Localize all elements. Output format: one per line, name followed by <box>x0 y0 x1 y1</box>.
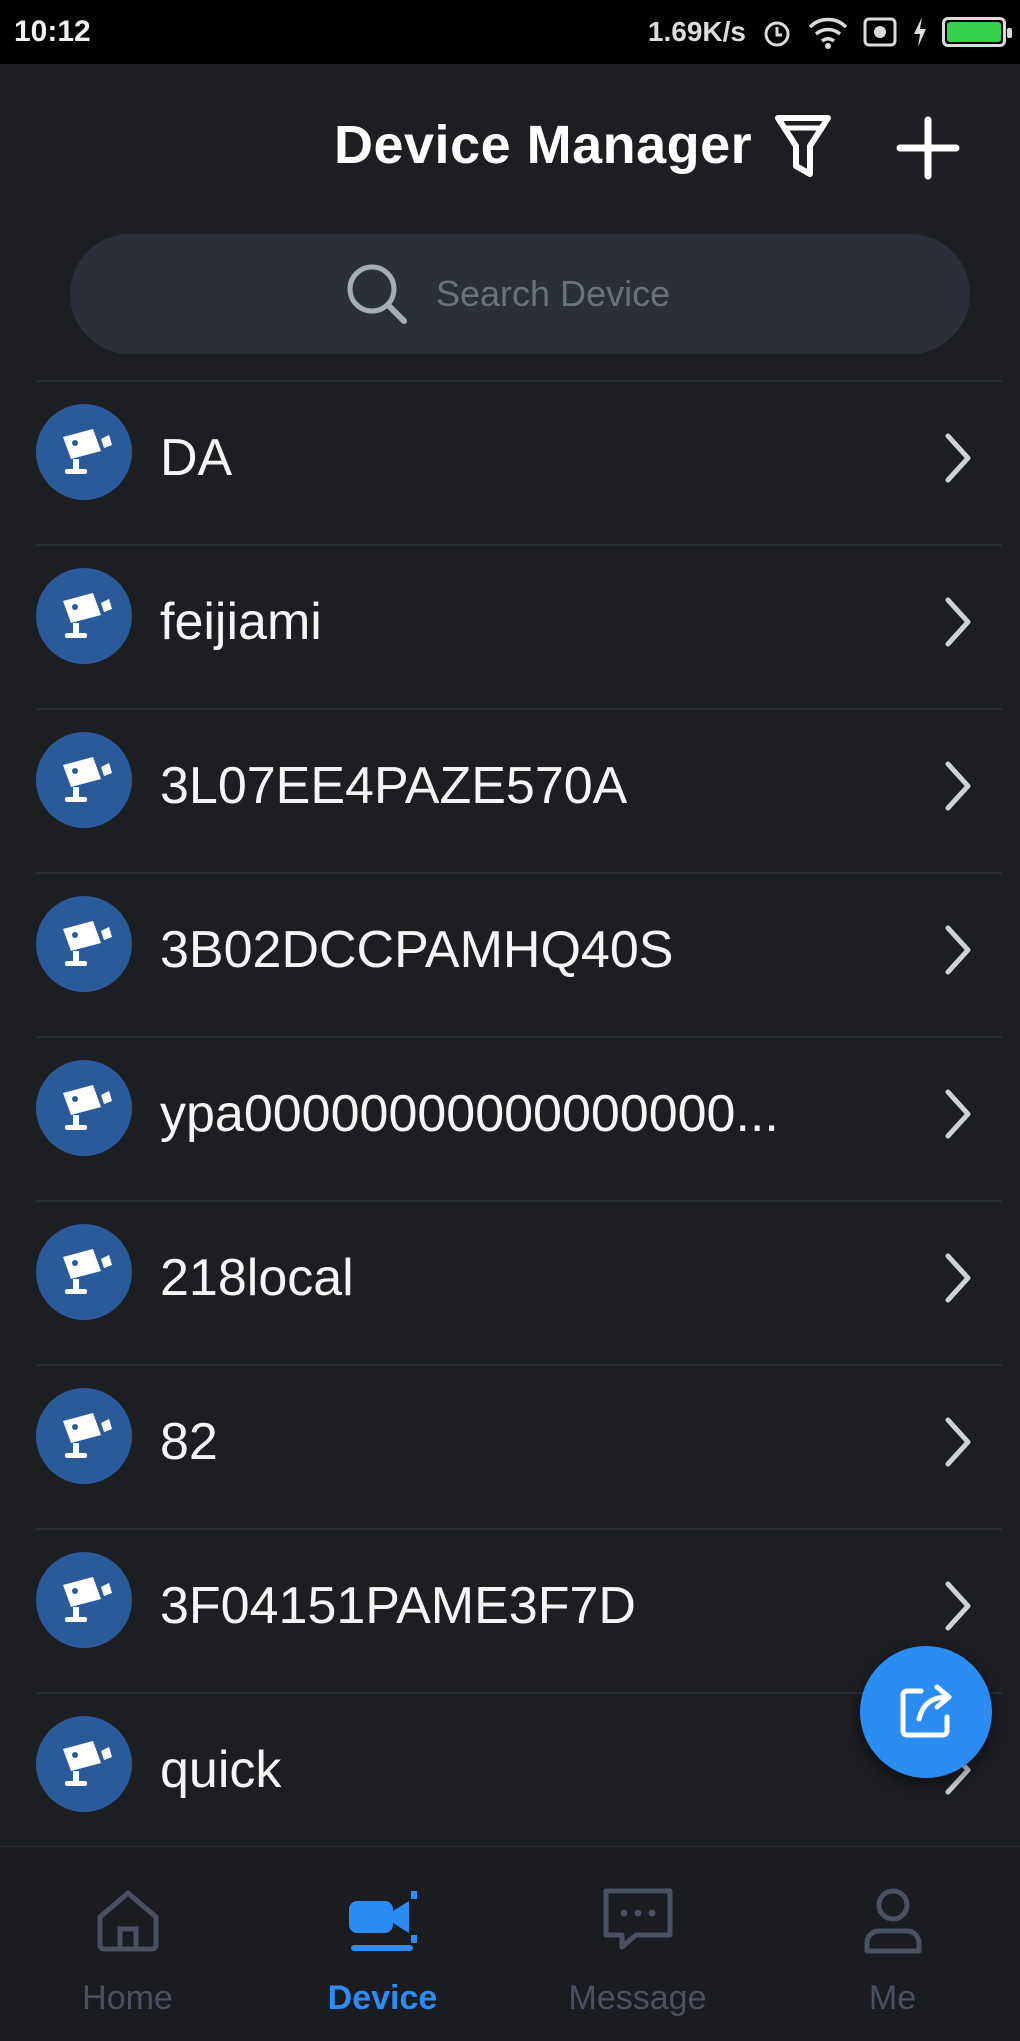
device-row[interactable]: ypa00000000000000000... <box>36 1036 1002 1200</box>
device-name: 82 <box>160 1413 218 1471</box>
status-time: 10:12 <box>14 15 91 48</box>
device-row[interactable]: 3B02DCCPAMHQ40S <box>36 872 1002 1036</box>
tab-label-message: Message <box>568 1979 707 2017</box>
device-avatar <box>36 1060 132 1156</box>
device-row[interactable]: feijiami <box>36 544 1002 708</box>
header: Device Manager <box>0 64 1020 224</box>
camera-icon <box>63 429 112 474</box>
search-icon <box>347 264 407 324</box>
camera-icon <box>63 593 112 638</box>
device-avatar <box>36 1388 132 1484</box>
device-row[interactable]: 3L07EE4PAZE570A <box>36 708 1002 872</box>
add-device-button[interactable] <box>888 102 968 192</box>
status-bar: 10:12 1.69K/s <box>0 0 1020 64</box>
page-title: Device Manager <box>334 115 753 175</box>
camera-icon <box>63 921 112 966</box>
chevron-right-icon <box>945 1089 971 1139</box>
charging-icon <box>914 17 926 47</box>
wifi-icon <box>808 17 848 49</box>
filter-icon <box>775 115 831 177</box>
device-list: DA feijiami 3L07EE4PAZE570A 3B02DCCPAMHQ… <box>0 380 1020 1856</box>
device-row[interactable]: 218local <box>36 1200 1002 1364</box>
share-icon <box>900 1684 952 1738</box>
device-name: 3B02DCCPAMHQ40S <box>160 921 674 979</box>
chevron-right-icon <box>945 1417 971 1467</box>
device-avatar <box>36 1552 132 1648</box>
battery-icon <box>942 17 1012 47</box>
device-name: quick <box>160 1741 282 1799</box>
camera-icon <box>63 1741 112 1786</box>
tab-label-device: Device <box>327 1979 438 2017</box>
chevron-right-icon <box>945 925 971 975</box>
camera-icon <box>63 1249 112 1294</box>
device-name: 3F04151PAME3F7D <box>160 1577 636 1635</box>
camera-icon <box>63 1413 112 1458</box>
camera-icon <box>63 1085 112 1130</box>
chevron-right-icon <box>945 597 971 647</box>
tab-label-me: Me <box>868 1979 917 2017</box>
device-avatar <box>36 1224 132 1320</box>
alarm-icon <box>764 21 790 47</box>
status-indicators: 1.69K/s <box>647 15 1012 49</box>
device-avatar <box>36 896 132 992</box>
tab-message[interactable]: Message <box>510 1847 765 2041</box>
device-avatar <box>36 732 132 828</box>
device-avatar <box>36 568 132 664</box>
device-row[interactable]: DA <box>36 380 1002 544</box>
device-name: DA <box>160 429 233 487</box>
plus-icon <box>896 116 960 180</box>
camera-icon <box>63 757 112 802</box>
tab-home[interactable]: Home <box>0 1847 255 2041</box>
net-speed: 1.69K/s <box>647 16 746 47</box>
device-avatar <box>36 1716 132 1812</box>
tab-me[interactable]: Me <box>765 1847 1020 2041</box>
camera-icon <box>63 1577 112 1622</box>
device-name: ypa00000000000000000... <box>160 1085 779 1143</box>
device-row[interactable]: 3F04151PAME3F7D <box>36 1528 1002 1692</box>
search-input[interactable] <box>434 272 698 316</box>
filter-button[interactable] <box>770 102 836 192</box>
device-avatar <box>36 404 132 500</box>
tab-device[interactable]: Device <box>255 1847 510 2041</box>
chevron-right-icon <box>945 1581 971 1631</box>
device-name: feijiami <box>160 593 322 651</box>
share-fab-button[interactable] <box>860 1646 992 1778</box>
battery-fill <box>947 22 1001 42</box>
tab-label-home: Home <box>82 1979 173 2017</box>
bottom-tab-bar: Home Device Message Me <box>0 1846 1020 2041</box>
message-icon <box>603 1888 672 1950</box>
chevron-right-icon <box>945 433 971 483</box>
camera-icon <box>348 1891 417 1951</box>
chevron-right-icon <box>945 1253 971 1303</box>
device-name: 3L07EE4PAZE570A <box>160 757 628 815</box>
user-icon <box>864 1888 921 1954</box>
device-row[interactable]: quick <box>36 1692 1002 1856</box>
chevron-right-icon <box>945 761 971 811</box>
home-icon <box>97 1890 158 1952</box>
device-row[interactable]: 82 <box>36 1364 1002 1528</box>
search-bar[interactable] <box>70 234 970 354</box>
device-name: 218local <box>160 1249 354 1307</box>
screen-record-icon <box>863 17 897 47</box>
